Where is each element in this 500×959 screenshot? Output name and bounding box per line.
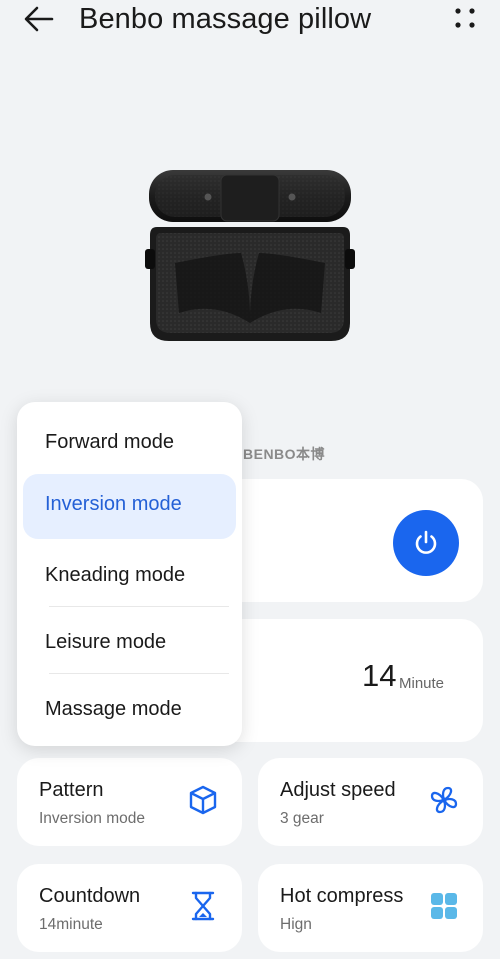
menu-item-label: Massage mode [45, 698, 182, 720]
pattern-tile[interactable]: Pattern Inversion mode [17, 758, 242, 846]
power-icon [415, 530, 437, 554]
product-image [145, 163, 355, 348]
hot-compress-tile[interactable]: Hot compress Hign [258, 864, 483, 952]
page-title: Benbo massage pillow [79, 3, 372, 35]
tile-value: 14minute [39, 916, 103, 933]
grid-squares-icon [431, 893, 457, 919]
back-button[interactable] [22, 4, 56, 34]
menu-item-label: Forward mode [45, 431, 174, 453]
menu-item-forward-mode[interactable]: Forward mode [17, 407, 242, 473]
tile-label: Adjust speed [280, 779, 396, 801]
countdown-tile[interactable]: Countdown 14minute [17, 864, 242, 952]
timer-unit: Minute [399, 675, 445, 692]
fan-icon [430, 786, 458, 814]
power-button[interactable] [393, 510, 459, 576]
menu-item-inversion-mode[interactable]: Inversion mode [17, 469, 242, 539]
cube-icon [189, 785, 217, 815]
brand-logo: BENBO本博 [243, 446, 326, 462]
hourglass-icon [191, 891, 215, 921]
arrow-left-icon [24, 6, 54, 32]
menu-item-label: Kneading mode [45, 564, 186, 586]
tile-value: Hign [280, 916, 312, 933]
adjust-speed-tile[interactable]: Adjust speed 3 gear [258, 758, 483, 846]
tile-label: Hot compress [280, 885, 404, 907]
tile-value: 3 gear [280, 810, 324, 827]
app-header: Benbo massage pillow [0, 0, 500, 40]
tile-label: Countdown [39, 885, 141, 907]
menu-item-label: Leisure mode [45, 631, 167, 653]
tile-label: Pattern [39, 779, 104, 801]
more-dots-icon [455, 8, 475, 28]
tile-value: Inversion mode [39, 810, 145, 827]
menu-item-massage-mode[interactable]: Massage mode [17, 674, 242, 740]
more-options-button[interactable] [452, 6, 478, 32]
mode-dropdown-menu: Forward mode Inversion mode Kneading mod… [17, 402, 242, 746]
timer-value: 14 [362, 658, 397, 693]
menu-item-label: Inversion mode [45, 493, 182, 515]
menu-item-leisure-mode[interactable]: Leisure mode [17, 607, 242, 673]
menu-item-kneading-mode[interactable]: Kneading mode [17, 540, 242, 606]
